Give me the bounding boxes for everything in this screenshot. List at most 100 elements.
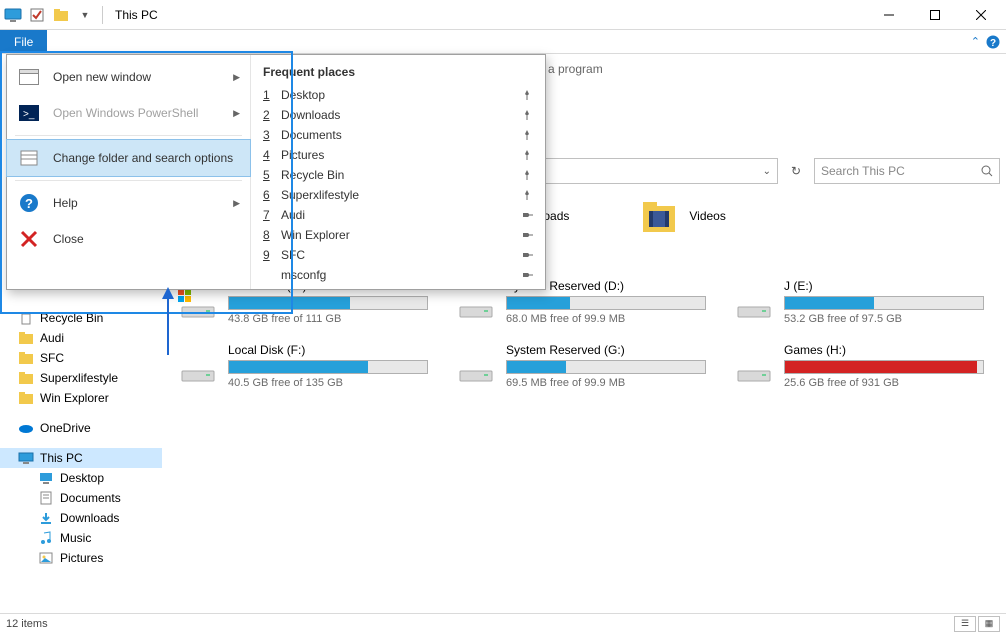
folder-icon [639,196,679,236]
window-title: This PC [115,8,158,22]
drive-icon [734,343,774,383]
nav-onedrive[interactable]: OneDrive [0,418,162,438]
drive-free-text: 53.2 GB free of 97.5 GB [784,313,984,325]
nav-this-pc[interactable]: This PC [0,448,162,468]
properties-icon[interactable] [26,4,48,26]
frequent-place-item[interactable]: 8Win Explorer [251,225,545,245]
details-view-button[interactable]: ☰ [954,616,976,632]
drive-item[interactable]: J (E:)53.2 GB free of 97.5 GB [734,279,984,325]
file-menu-item-label: Change folder and search options [53,151,233,165]
nav-downloads[interactable]: Downloads [0,508,162,528]
nav-pictures[interactable]: Pictures [0,548,162,568]
nav-recycle-bin[interactable]: Recycle Bin [0,308,162,328]
drive-usage-bar [784,296,984,310]
qat-dropdown-icon[interactable]: ▼ [74,4,96,26]
ribbon: File ⌃ ? [0,30,1006,54]
pin-icon[interactable] [521,89,533,101]
file-tab[interactable]: File [0,30,47,53]
nav-folder-sfc-icon [18,350,34,366]
nav-folder-superxlifestyle[interactable]: Superxlifestyle [0,368,162,388]
refresh-button[interactable]: ↻ [784,158,808,184]
frequent-place-item[interactable]: 7Audi [251,205,545,225]
large-icons-view-button[interactable]: ▦ [978,616,1000,632]
file-menu-item-window[interactable]: Open new window▶ [7,59,250,95]
frequent-places-header: Frequent places [251,59,545,85]
submenu-arrow-icon: ▶ [233,198,240,209]
nav-folder-win-explorer-icon [18,390,34,406]
drive-usage-bar [784,360,984,374]
search-box[interactable]: Search This PC [814,158,1000,184]
frequent-label: Superxlifestyle [281,188,359,202]
frequent-index: 4 [263,148,273,162]
file-menu: Open new window▶>_Open Windows PowerShel… [6,54,546,290]
item-count: 12 items [6,618,48,630]
help-icon: ? [17,193,41,213]
drive-usage-bar [228,360,428,374]
folder-videos[interactable]: Videos [639,196,725,236]
file-tab-label: File [14,35,33,49]
nav-desktop[interactable]: Desktop [0,468,162,488]
submenu-arrow-icon: ▶ [233,108,240,119]
svg-text:>_: >_ [23,109,35,120]
ribbon-collapse-icon[interactable]: ⌃ [971,35,980,48]
file-menu-item-options[interactable]: Change folder and search options [6,139,251,177]
frequent-place-item[interactable]: 3Documents [251,125,545,145]
file-menu-item-label: Close [53,232,84,246]
frequent-label: Pictures [281,148,324,162]
drive-free-text: 40.5 GB free of 135 GB [228,377,428,389]
frequent-place-item[interactable]: 2Downloads [251,105,545,125]
ribbon-right: ⌃ ? [971,30,1006,53]
drive-name: Games (H:) [784,343,984,360]
drive-name: System Reserved (G:) [506,343,706,360]
search-placeholder: Search This PC [821,164,905,178]
nav-documents[interactable]: Documents [0,488,162,508]
frequent-place-item[interactable]: 1Desktop [251,85,545,105]
address-chevron-icon[interactable]: ⌄ [763,166,771,177]
frequent-place-item[interactable]: 9SFC [251,245,545,265]
nav-folder-sfc[interactable]: SFC [0,348,162,368]
newfolder-icon[interactable] [50,4,72,26]
minimize-button[interactable] [866,0,912,30]
view-buttons: ☰ ▦ [954,616,1000,632]
thispc-icon[interactable] [2,4,24,26]
help-icon[interactable]: ? [986,35,1000,49]
pin-icon[interactable] [521,269,533,281]
nav-recycle-bin-icon [18,310,34,326]
file-menu-item-ps: >_Open Windows PowerShell▶ [7,95,250,131]
nav-music[interactable]: Music [0,528,162,548]
drive-icon [456,343,496,383]
drive-item[interactable]: Local Disk (F:)40.5 GB free of 135 GB [178,343,428,389]
nav-folder-win-explorer[interactable]: Win Explorer [0,388,162,408]
pin-icon[interactable] [521,169,533,181]
svg-text:?: ? [990,38,996,49]
pin-icon[interactable] [521,109,533,121]
close-button[interactable] [958,0,1004,30]
ribbon-peek-text: a program [548,62,603,76]
drive-icon [178,343,218,383]
drive-free-text: 43.8 GB free of 111 GB [228,313,428,325]
frequent-label: Downloads [281,108,340,122]
frequent-place-item[interactable]: msconfg [251,265,545,285]
drive-item[interactable]: System Reserved (G:)69.5 MB free of 99.9… [456,343,706,389]
frequent-place-item[interactable]: 6Superxlifestyle [251,185,545,205]
svg-text:?: ? [25,196,33,211]
frequent-place-item[interactable]: 4 Pictures [251,145,545,165]
drive-free-text: 25.6 GB free of 931 GB [784,377,984,389]
pin-icon[interactable] [521,249,533,261]
nav-label: Audi [40,331,64,345]
drive-item[interactable]: Games (H:) 25.6 GB free of 931 GB [734,343,984,389]
file-menu-item-help[interactable]: ?Help▶ [7,185,250,221]
pin-icon[interactable] [521,209,533,221]
maximize-button[interactable] [912,0,958,30]
nav-folder-audi[interactable]: Audi [0,328,162,348]
pin-icon[interactable] [521,149,533,161]
nav-onedrive-icon [18,420,34,436]
drive-free-text: 68.0 MB free of 99.9 MB [506,313,706,325]
pin-icon[interactable] [521,189,533,201]
file-menu-item-close[interactable]: Close [7,221,250,257]
frequent-label: Win Explorer [281,228,350,242]
frequent-place-item[interactable]: 5Recycle Bin [251,165,545,185]
frequent-label: SFC [281,248,305,262]
pin-icon[interactable] [521,129,533,141]
pin-icon[interactable] [521,229,533,241]
